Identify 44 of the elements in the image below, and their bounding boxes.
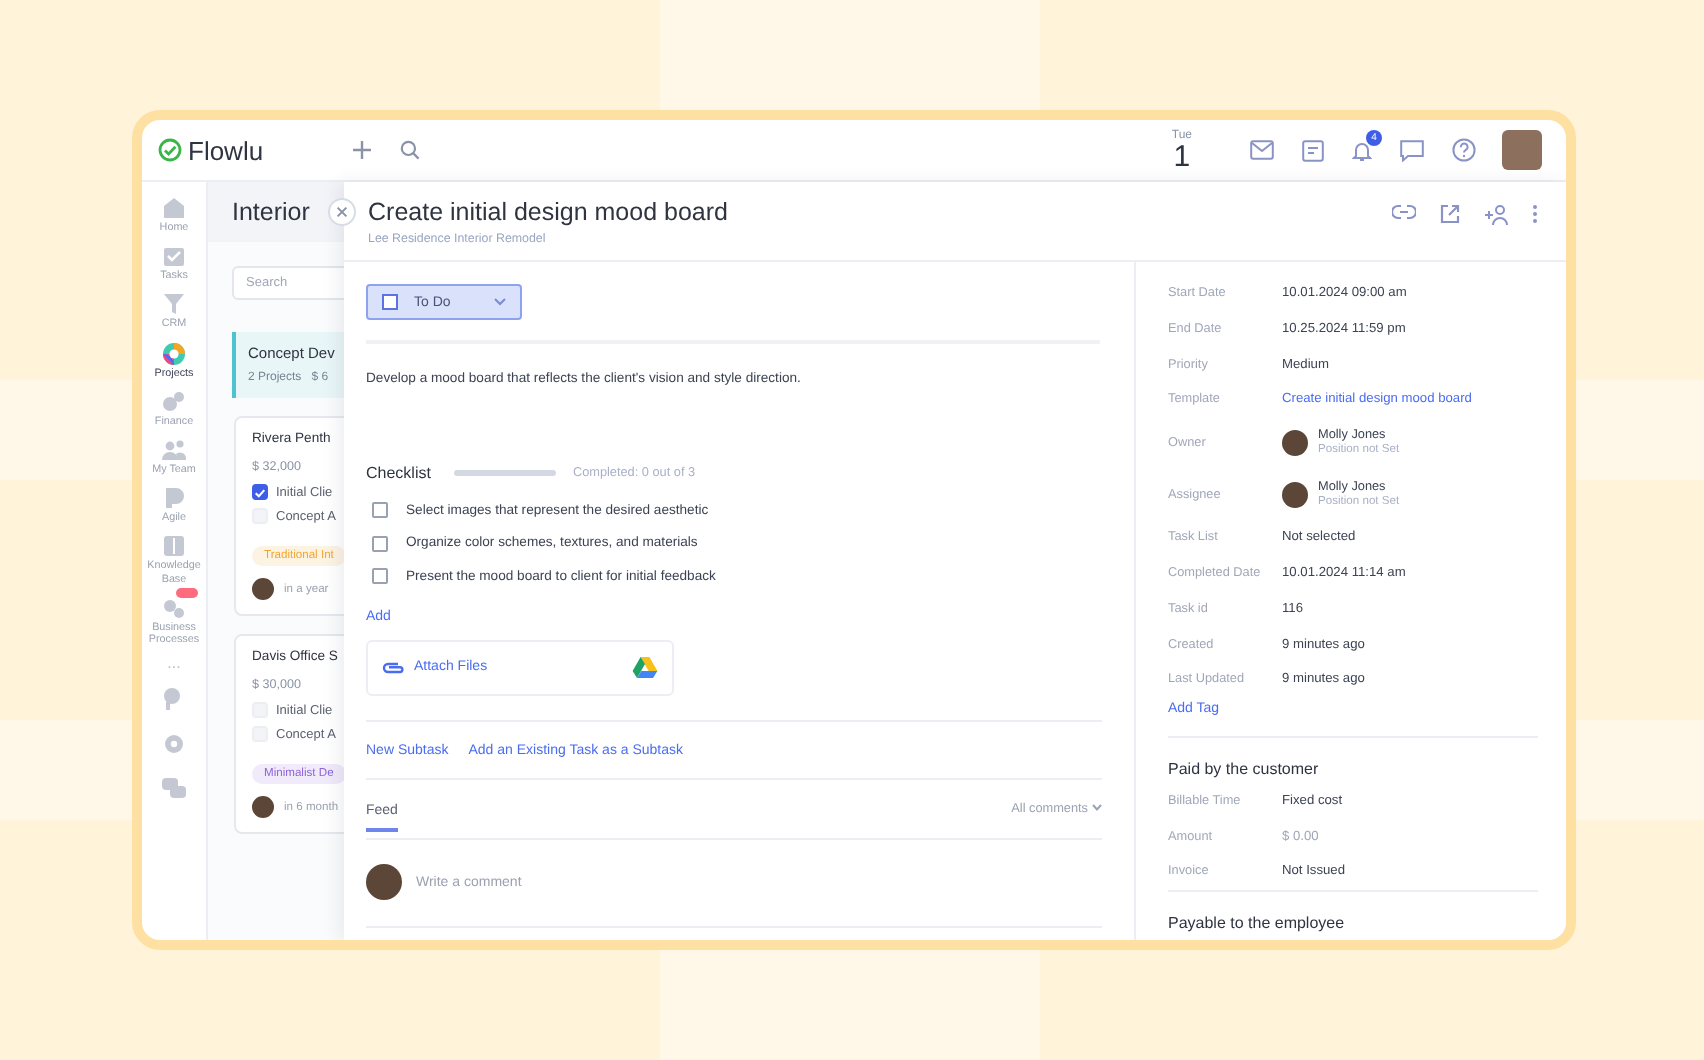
board-title: Interior: [208, 182, 344, 242]
avatar-icon: [252, 578, 274, 600]
coins-icon: [160, 387, 188, 416]
day-number: 1: [1173, 141, 1191, 171]
chevron-down-icon: [1092, 804, 1102, 812]
projects-icon: [159, 339, 188, 368]
add-icon[interactable]: [352, 140, 372, 160]
bell-icon[interactable]: [1352, 139, 1372, 161]
caret-icon: [494, 298, 506, 306]
add-user-icon[interactable]: [1484, 204, 1508, 226]
help-icon[interactable]: [1452, 138, 1476, 162]
kebab-menu-icon[interactable]: [1532, 204, 1538, 224]
avatar-icon: [1282, 481, 1308, 508]
team-icon: [160, 436, 188, 465]
user-avatar-icon[interactable]: [1502, 130, 1542, 170]
search-icon[interactable]: [400, 140, 420, 160]
avatar-icon: [366, 864, 402, 900]
status-checkbox[interactable]: [382, 294, 398, 310]
section-title: Paid by the customer: [1168, 759, 1321, 778]
checkbox[interactable]: [372, 535, 388, 552]
external-link-icon[interactable]: [1440, 204, 1460, 224]
section-title: Payable to the employee: [1168, 913, 1347, 932]
paperclip-icon: [382, 661, 404, 673]
chat-bubbles-icon[interactable]: [160, 774, 188, 803]
checkbox[interactable]: [252, 484, 268, 500]
checkbox[interactable]: [372, 568, 388, 585]
drive-icon[interactable]: [632, 656, 658, 678]
task-title: Create initial design mood board: [368, 198, 728, 226]
logo-text: Flowlu: [188, 135, 264, 165]
checklist-title: Checklist: [366, 464, 431, 482]
check-icon: [254, 485, 266, 499]
chat-icon[interactable]: [1400, 139, 1424, 161]
note-icon[interactable]: [1302, 139, 1324, 161]
tasks-icon: [160, 242, 188, 271]
checkbox[interactable]: [372, 502, 388, 519]
home-icon: [159, 194, 188, 222]
funnel-icon: [160, 290, 188, 319]
check-circle-icon: [158, 138, 182, 162]
avatar-icon: [252, 796, 274, 818]
book-icon: [160, 532, 188, 561]
avatar-icon: [1282, 430, 1308, 457]
mail-icon[interactable]: [1250, 140, 1274, 160]
gear-icon[interactable]: [160, 730, 188, 759]
link-icon[interactable]: [1392, 204, 1416, 220]
